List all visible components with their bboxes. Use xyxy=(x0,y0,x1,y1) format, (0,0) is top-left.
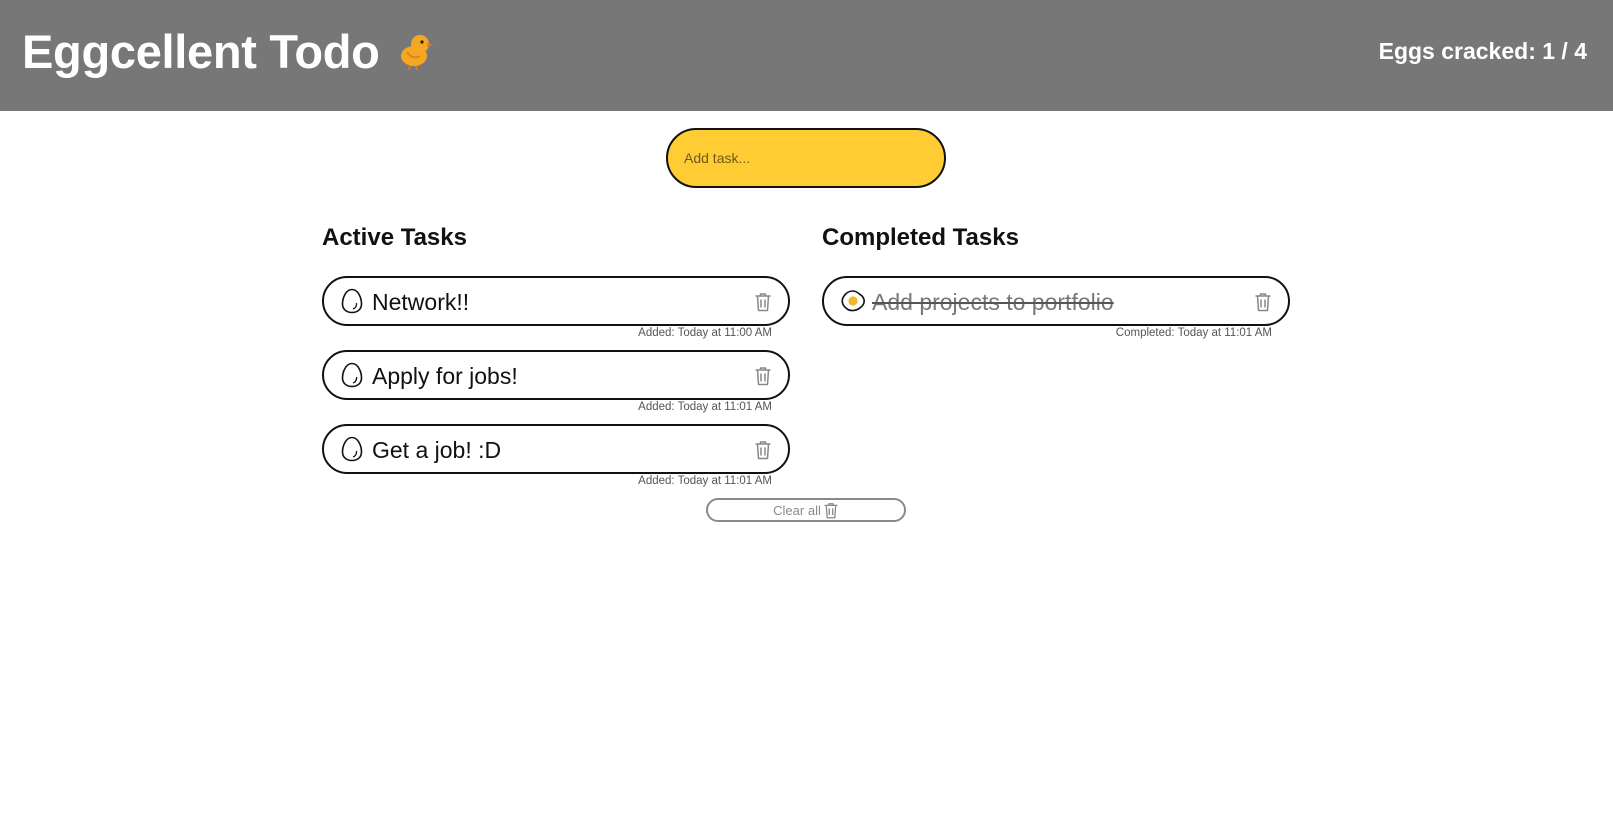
egg-icon xyxy=(341,288,363,314)
app-title: Eggcellent Todo xyxy=(22,25,380,78)
add-task-input[interactable] xyxy=(666,128,946,188)
chick-icon xyxy=(401,35,433,70)
trash-icon[interactable] xyxy=(1254,292,1272,312)
task-added-time: Added: Today at 11:01 AM xyxy=(638,475,772,487)
clear-all-button[interactable]: Clear all xyxy=(706,498,906,522)
clear-all-label: Clear all xyxy=(773,502,821,518)
task-item[interactable]: Get a job! :D xyxy=(322,424,790,474)
trash-icon[interactable] xyxy=(754,440,772,460)
trash-icon[interactable] xyxy=(754,366,772,386)
trash-icon xyxy=(824,502,838,518)
task-label: Get a job! :D xyxy=(372,437,502,463)
egg-icon xyxy=(341,436,363,462)
task-added-time: Added: Today at 11:00 AM xyxy=(638,327,772,339)
app-header: Eggcellent Todo Eggs cracked: 1 / 4 xyxy=(0,0,1613,111)
eggs-cracked-counter: Eggs cracked: 1 / 4 xyxy=(1378,38,1587,64)
task-completed-time: Completed: Today at 11:01 AM xyxy=(1115,327,1272,339)
egg-icon xyxy=(341,362,363,388)
fried-egg-icon xyxy=(841,290,865,312)
task-label: Add projects to portfolio xyxy=(872,289,1114,315)
active-tasks-heading: Active Tasks xyxy=(322,224,467,251)
completed-tasks-heading: Completed Tasks xyxy=(822,224,1019,251)
task-item[interactable]: Apply for jobs! xyxy=(322,350,790,400)
trash-icon[interactable] xyxy=(754,292,772,312)
task-label: Network!! xyxy=(372,289,470,315)
task-added-time: Added: Today at 11:01 AM xyxy=(638,401,772,413)
task-item[interactable]: Network!! xyxy=(322,276,790,326)
task-label: Apply for jobs! xyxy=(372,363,518,389)
completed-task-item[interactable]: Add projects to portfolio xyxy=(822,276,1290,326)
